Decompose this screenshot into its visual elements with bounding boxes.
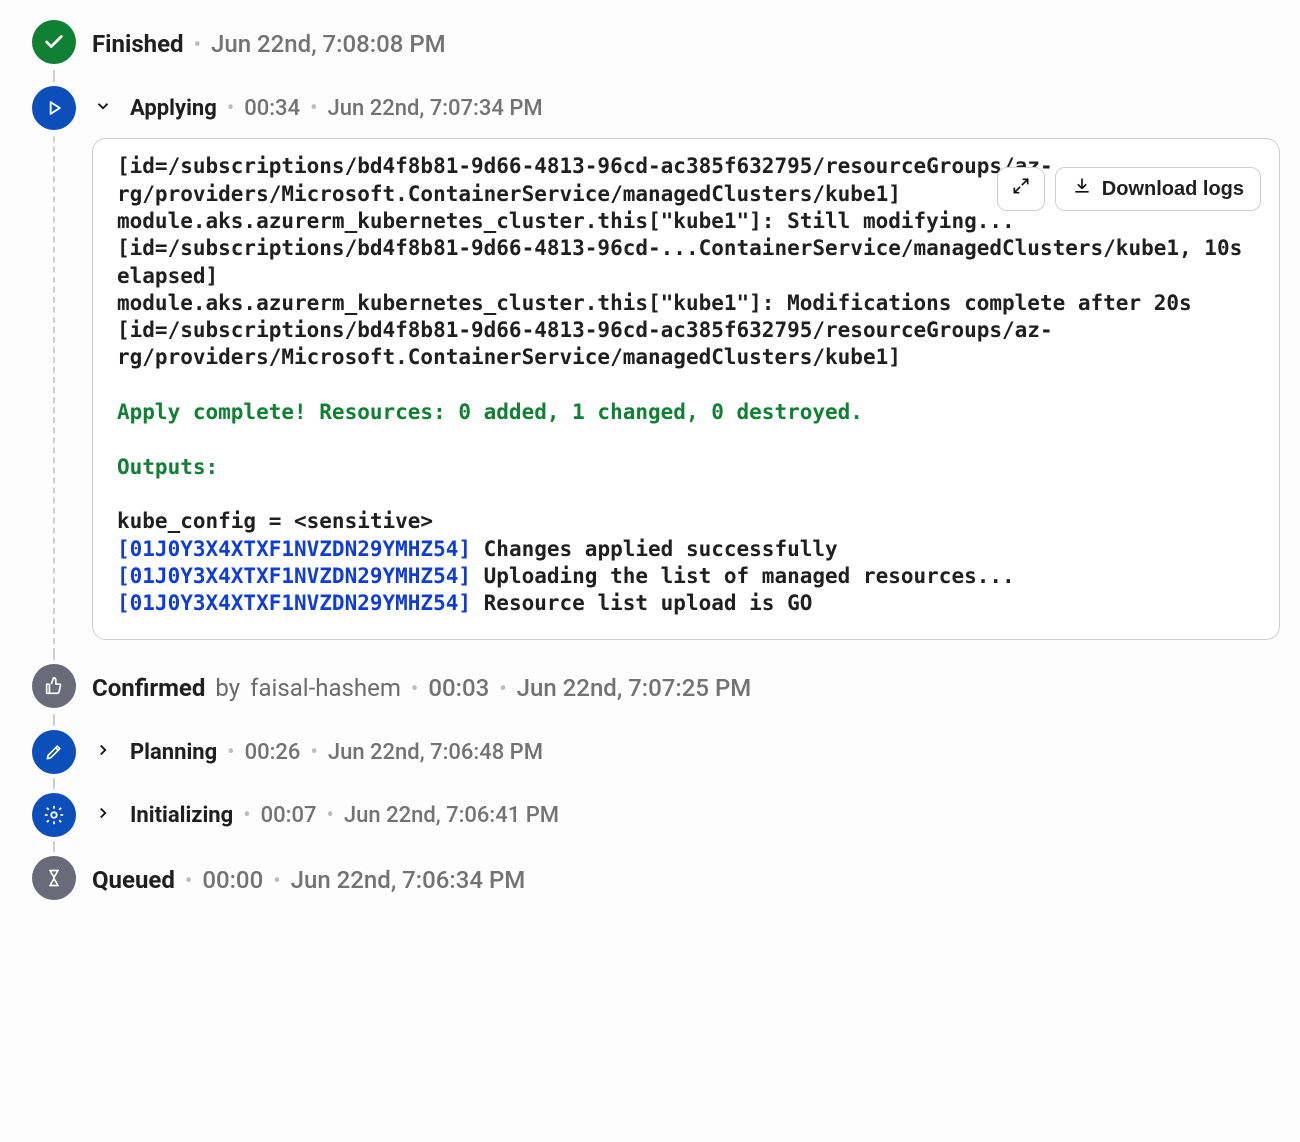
step-title: Planning [130,738,217,769]
chevron-right-icon [92,802,114,824]
step-title: Confirmed [92,672,205,706]
step-title: Finished [92,28,184,62]
step-initializing: Initializing • 00:07 • Jun 22nd, 7:06:41… [16,783,1280,846]
separator-dot: • [310,98,317,120]
log-outputs-header: Outputs: [117,455,218,479]
thumbs-up-icon [32,664,76,708]
log-line: module.aks.azurerm_kubernetes_cluster.th… [117,209,1255,288]
chevron-right-icon [92,739,114,761]
checkmark-icon [32,20,76,64]
step-applying: Applying • 00:34 • Jun 22nd, 7:07:34 PM [16,76,1280,655]
step-duration: 00:00 [202,864,263,898]
step-by-label: by [215,672,240,706]
separator-dot: • [273,871,280,893]
step-queued: Queued • 00:00 • Jun 22nd, 7:06:34 PM [16,846,1280,912]
separator-dot: • [310,742,317,764]
log-panel: Download logs [id=/subscriptions/bd4f8b8… [92,138,1280,640]
hourglass-icon [32,856,76,900]
log-apply-complete: Apply complete! Resources: 0 added, 1 ch… [117,400,863,424]
separator-dot: • [326,805,333,827]
step-finished: Finished • Jun 22nd, 7:08:08 PM [16,10,1280,76]
run-timeline: Finished • Jun 22nd, 7:08:08 PM Applying… [0,0,1300,951]
log-message: Changes applied successfully [471,537,838,561]
download-icon [1072,176,1092,202]
log-message: Uploading the list of managed resources.… [471,564,1015,588]
step-header[interactable]: Planning • 00:26 • Jun 22nd, 7:06:48 PM [92,738,1280,769]
log-output-value: kube_config = <sensitive> [117,509,433,533]
step-timestamp: Jun 22nd, 7:07:25 PM [517,672,752,706]
step-title: Initializing [130,801,233,832]
expand-icon [1011,176,1031,202]
separator-dot: • [194,35,201,57]
step-header[interactable]: Initializing • 00:07 • Jun 22nd, 7:06:41… [92,801,1280,832]
step-confirmed: Confirmed by faisal-hashem • 00:03 • Jun… [16,654,1280,720]
separator-dot: • [411,679,418,701]
separator-dot: • [243,805,250,827]
download-logs-label: Download logs [1102,178,1244,201]
separator-dot: • [499,679,506,701]
chevron-down-icon [92,95,114,117]
download-logs-button[interactable]: Download logs [1055,167,1261,211]
step-header: Confirmed by faisal-hashem • 00:03 • Jun… [92,672,1280,706]
step-title: Applying [130,94,217,125]
play-icon [32,86,76,130]
step-planning: Planning • 00:26 • Jun 22nd, 7:06:48 PM [16,720,1280,783]
step-timestamp: Jun 22nd, 7:08:08 PM [211,28,446,62]
step-timestamp: Jun 22nd, 7:06:34 PM [291,864,526,898]
log-line: module.aks.azurerm_kubernetes_cluster.th… [117,291,1204,370]
step-timestamp: Jun 22nd, 7:06:41 PM [344,801,559,832]
log-message: Resource list upload is GO [471,591,812,615]
step-header: Queued • 00:00 • Jun 22nd, 7:06:34 PM [92,864,1280,898]
step-by-user: faisal-hashem [250,672,401,706]
pencil-icon [32,730,76,774]
step-duration: 00:03 [428,672,489,706]
log-trace-id: [01J0Y3X4XTXF1NVZDN29YMHZ54] [117,564,471,588]
expand-button[interactable] [997,167,1045,211]
step-header[interactable]: Applying • 00:34 • Jun 22nd, 7:07:34 PM [92,94,1280,125]
step-duration: 00:26 [245,738,301,769]
step-duration: 00:34 [244,94,300,125]
step-timestamp: Jun 22nd, 7:06:48 PM [328,738,543,769]
step-duration: 00:07 [261,801,317,832]
log-trace-id: [01J0Y3X4XTXF1NVZDN29YMHZ54] [117,537,471,561]
log-line: [id=/subscriptions/bd4f8b81-9d66-4813-96… [117,154,1053,205]
log-trace-id: [01J0Y3X4XTXF1NVZDN29YMHZ54] [117,591,471,615]
gear-icon [32,793,76,837]
step-header: Finished • Jun 22nd, 7:08:08 PM [92,28,1280,62]
separator-dot: • [227,742,234,764]
step-title: Queued [92,864,175,898]
separator-dot: • [185,871,192,893]
separator-dot: • [227,98,234,120]
log-output: [id=/subscriptions/bd4f8b81-9d66-4813-96… [117,153,1255,617]
step-timestamp: Jun 22nd, 7:07:34 PM [328,94,543,125]
